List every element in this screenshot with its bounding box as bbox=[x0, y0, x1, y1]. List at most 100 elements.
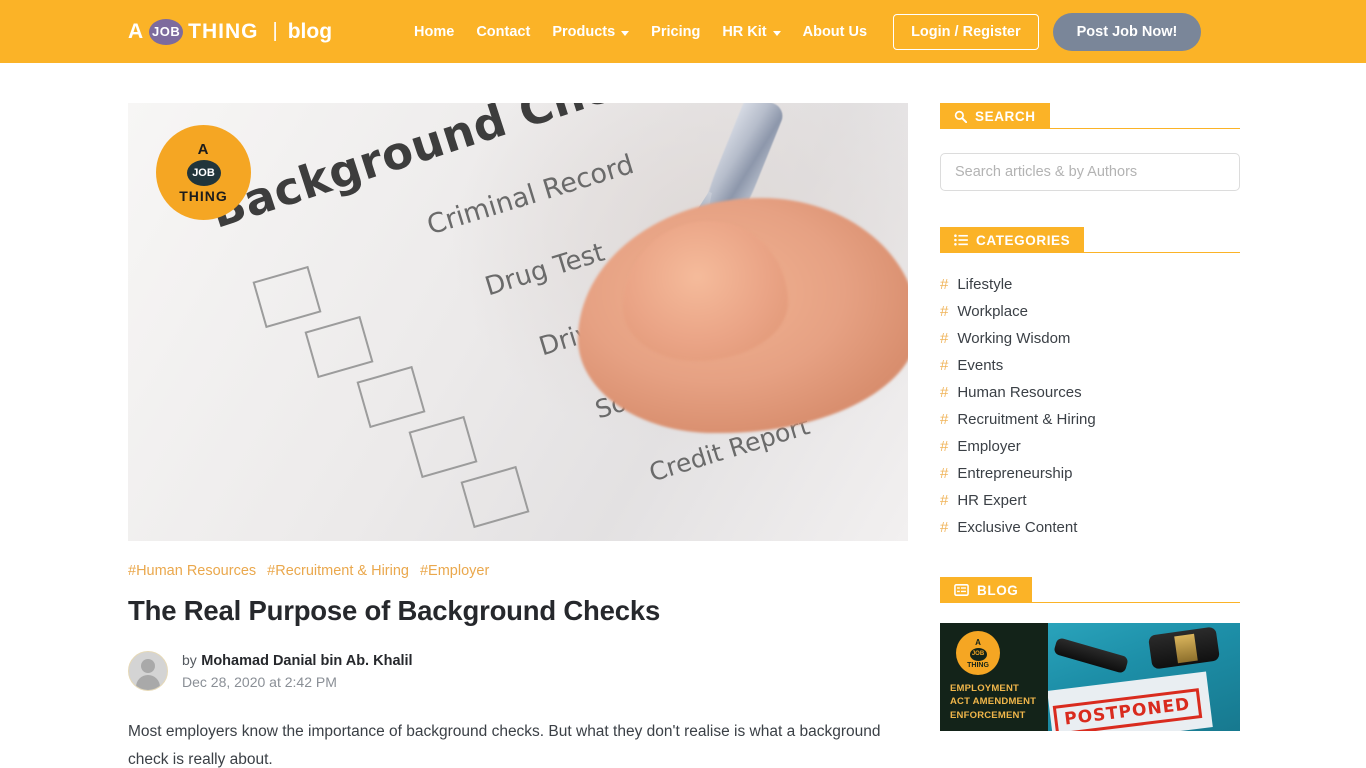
category-item-entrepreneurship[interactable]: # Entrepreneurship bbox=[940, 460, 1240, 487]
category-label: Human Resources bbox=[957, 384, 1082, 401]
hash-icon: # bbox=[940, 492, 949, 509]
search-widget-tab: SEARCH bbox=[940, 103, 1050, 129]
watermark-letter-a: A bbox=[197, 141, 210, 158]
nav-label: Pricing bbox=[651, 23, 701, 40]
article-tag-human-resources[interactable]: #Human Resources bbox=[128, 563, 256, 579]
category-label: Employer bbox=[957, 438, 1021, 455]
nav-label: About Us bbox=[802, 23, 868, 40]
nav-label: HR Kit bbox=[722, 23, 767, 40]
login-register-button[interactable]: Login / Register bbox=[893, 13, 1039, 50]
category-label: Working Wisdom bbox=[957, 330, 1071, 347]
category-item-human-resources[interactable]: # Human Resources bbox=[940, 379, 1240, 406]
header-actions: Login / Register Post Job Now! bbox=[893, 12, 1202, 51]
main-content: Background Check Criminal Record Drug Te… bbox=[128, 103, 908, 768]
article-tag-recruitment-hiring[interactable]: #Recruitment & Hiring bbox=[267, 563, 409, 579]
logo-word-thing: THING bbox=[188, 19, 259, 43]
main-navigation: Home Contact Products Pricing HR Kit Abo… bbox=[414, 24, 867, 40]
blog-thumbnail-card[interactable]: A JOB THING EMPLOYMENT ACT AMENDMENT ENF… bbox=[940, 623, 1240, 731]
author-name[interactable]: Mohamad Danial bin Ab. Khalil bbox=[201, 653, 412, 669]
logo-letter-a: A bbox=[128, 19, 145, 43]
search-widget-label: SEARCH bbox=[975, 108, 1036, 124]
blog-thumbnail-right-panel: POSTPONED bbox=[1048, 623, 1240, 731]
blog-thumbnail-left-panel: A JOB THING EMPLOYMENT ACT AMENDMENT ENF… bbox=[940, 623, 1048, 731]
categories-widget-header: CATEGORIES bbox=[940, 227, 1240, 253]
article-body-paragraph: Most employers know the importance of ba… bbox=[128, 723, 881, 768]
blog-widget-header: BLOG bbox=[940, 577, 1240, 603]
logo-separator: | bbox=[272, 20, 278, 42]
sidebar: SEARCH Search articles & by Authors CATE… bbox=[940, 103, 1240, 768]
category-label: Events bbox=[957, 357, 1004, 374]
hash-icon: # bbox=[940, 519, 949, 536]
category-label: Lifestyle bbox=[957, 276, 1013, 293]
blog-thumbnail-caption: EMPLOYMENT ACT AMENDMENT ENFORCEMENT bbox=[950, 683, 1037, 721]
gavel-band bbox=[1174, 633, 1198, 664]
nav-item-home[interactable]: Home bbox=[414, 24, 454, 40]
search-widget-header: SEARCH bbox=[940, 103, 1240, 129]
blog-thumbnail-logo: A JOB THING bbox=[956, 631, 1000, 675]
post-job-button[interactable]: Post Job Now! bbox=[1052, 12, 1202, 51]
watermark-word-thing: THING bbox=[179, 188, 228, 204]
site-logo[interactable]: A JOB THING | blog bbox=[128, 18, 333, 45]
byline-by-label: by bbox=[182, 652, 197, 668]
hash-icon: # bbox=[940, 330, 949, 347]
thumb-logo-letter-a: A bbox=[975, 637, 981, 647]
search-input[interactable] bbox=[940, 153, 1240, 191]
blog-widget: BLOG A JOB THING EMPLOYMENT ACT AMENDMEN… bbox=[940, 577, 1240, 731]
site-header: A JOB THING | blog Home Contact Products… bbox=[0, 0, 1366, 63]
page-title: The Real Purpose of Background Checks bbox=[128, 595, 661, 626]
nav-label: Home bbox=[414, 23, 455, 40]
category-item-recruitment-hiring[interactable]: # Recruitment & Hiring bbox=[940, 406, 1240, 433]
category-label: Recruitment & Hiring bbox=[957, 411, 1096, 428]
search-icon bbox=[954, 110, 967, 123]
gavel-handle bbox=[1053, 637, 1129, 674]
search-widget: SEARCH bbox=[940, 103, 1240, 191]
category-label: Entrepreneurship bbox=[957, 465, 1073, 482]
category-item-workplace[interactable]: # Workplace bbox=[940, 298, 1240, 325]
article-hero-image: Background Check Criminal Record Drug Te… bbox=[128, 103, 908, 541]
category-item-employer[interactable]: # Employer bbox=[940, 433, 1240, 460]
blog-widget-tab: BLOG bbox=[940, 577, 1033, 603]
logo-word-blog: blog bbox=[287, 19, 333, 43]
chevron-down-icon bbox=[772, 31, 781, 36]
category-item-hr-expert[interactable]: # HR Expert bbox=[940, 487, 1240, 514]
blog-widget-label: BLOG bbox=[977, 582, 1019, 598]
nav-label: Contact bbox=[476, 23, 531, 40]
thumb-logo-job-badge: JOB bbox=[969, 647, 987, 661]
watermark-job-badge: JOB bbox=[186, 160, 221, 186]
hash-icon: # bbox=[940, 303, 949, 320]
hero-watermark-logo: A JOB THING bbox=[156, 125, 251, 220]
category-item-exclusive-content[interactable]: # Exclusive Content bbox=[940, 514, 1240, 541]
hash-icon: # bbox=[940, 465, 949, 482]
categories-widget-tab: CATEGORIES bbox=[940, 227, 1085, 253]
category-label: Workplace bbox=[957, 303, 1028, 320]
article-tags: #Human Resources #Recruitment & Hiring #… bbox=[128, 563, 908, 579]
categories-widget: CATEGORIES # Lifestyle # Workplace # Wor… bbox=[940, 227, 1240, 541]
hash-icon: # bbox=[940, 384, 949, 401]
hash-icon: # bbox=[940, 276, 949, 293]
nav-item-hr-kit[interactable]: HR Kit bbox=[722, 23, 781, 40]
nav-item-contact[interactable]: Contact bbox=[476, 24, 530, 40]
category-item-working-wisdom[interactable]: # Working Wisdom bbox=[940, 325, 1240, 352]
page-container: Background Check Criminal Record Drug Te… bbox=[0, 63, 1366, 768]
thumb-logo-word-thing: THING bbox=[967, 661, 989, 669]
category-label: HR Expert bbox=[957, 492, 1027, 509]
nav-item-about-us[interactable]: About Us bbox=[803, 24, 867, 40]
categories-widget-label: CATEGORIES bbox=[976, 232, 1071, 248]
categories-list: # Lifestyle # Workplace # Working Wisdom… bbox=[940, 271, 1240, 541]
nav-item-products[interactable]: Products bbox=[552, 23, 630, 40]
logo-job-badge: JOB bbox=[149, 18, 184, 45]
category-item-lifestyle[interactable]: # Lifestyle bbox=[940, 271, 1240, 298]
nav-item-pricing[interactable]: Pricing bbox=[651, 24, 700, 40]
article-tag-employer[interactable]: #Employer bbox=[420, 563, 489, 579]
byline-text: by Mohamad Danial bin Ab. Khalil Dec 28,… bbox=[182, 649, 413, 692]
list-alt-icon bbox=[954, 584, 969, 596]
nav-label: Products bbox=[552, 23, 616, 40]
avatar bbox=[128, 650, 168, 691]
hash-icon: # bbox=[940, 411, 949, 428]
category-item-events[interactable]: # Events bbox=[940, 352, 1240, 379]
chevron-down-icon bbox=[621, 31, 630, 36]
article-byline: by Mohamad Danial bin Ab. Khalil Dec 28,… bbox=[128, 649, 908, 692]
publish-date: Dec 28, 2020 at 2:42 PM bbox=[182, 674, 337, 691]
list-icon bbox=[954, 234, 968, 246]
category-label: Exclusive Content bbox=[957, 519, 1078, 536]
